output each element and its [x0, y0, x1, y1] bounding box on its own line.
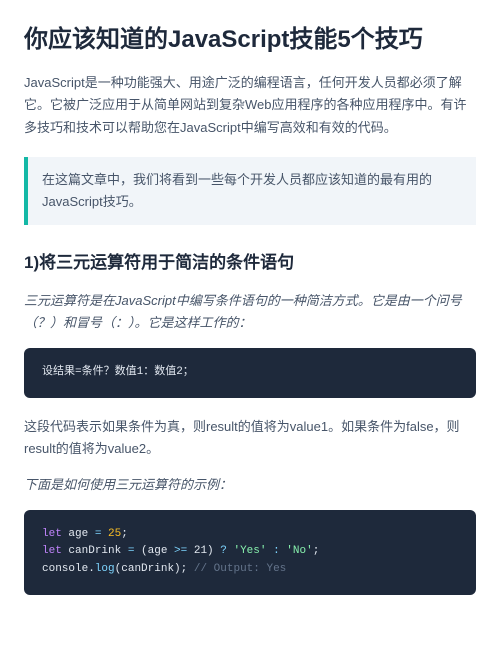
code-token: (age	[141, 545, 174, 557]
code-token: canDrink	[62, 545, 128, 557]
callout-block: 在这篇文章中，我们将看到一些每个开发人员都应该知道的最有用的JavaScript…	[24, 157, 476, 225]
code-token: // Output: Yes	[194, 563, 286, 575]
callout-text: 在这篇文章中，我们将看到一些每个开发人员都应该知道的最有用的JavaScript…	[42, 172, 432, 209]
code-token: 'Yes'	[233, 545, 266, 557]
code-token: ;	[121, 528, 128, 540]
code-token: ;	[313, 545, 320, 557]
code-token: =	[128, 545, 141, 557]
code-token: console	[42, 563, 88, 575]
code-token: log	[95, 563, 115, 575]
code-block-2: let age = 25; let canDrink = (age >= 21)…	[24, 510, 476, 595]
code-token: let	[42, 545, 62, 557]
code-token: .	[88, 563, 95, 575]
article-title: 你应该知道的JavaScript技能5个技巧	[24, 24, 476, 56]
code-token: :	[266, 545, 286, 557]
code-token: 21)	[187, 545, 220, 557]
section-1-example-lead: 下面是如何使用三元运算符的示例：	[24, 474, 476, 496]
code-1-text: 设结果=条件？数值1：数值2；	[42, 366, 194, 378]
section-1-lead: 三元运算符是在JavaScript中编写条件语句的一种简洁方式。它是由一个问号（…	[24, 290, 476, 334]
code-token: (canDrink);	[115, 563, 194, 575]
code-token: let	[42, 528, 62, 540]
code-block-1: 设结果=条件？数值1：数值2；	[24, 348, 476, 398]
section-1-explain: 这段代码表示如果条件为真，则result的值将为value1。如果条件为fals…	[24, 416, 476, 460]
section-1-heading: 1)将三元运算符用于简洁的条件语句	[24, 249, 476, 278]
code-token: ?	[220, 545, 233, 557]
code-token: age	[62, 528, 95, 540]
intro-paragraph: JavaScript是一种功能强大、用途广泛的编程语言，任何开发人员都必须了解它…	[24, 72, 476, 138]
code-token: 'No'	[286, 545, 312, 557]
code-token: >=	[174, 545, 187, 557]
code-token: =	[95, 528, 108, 540]
code-token: 25	[108, 528, 121, 540]
